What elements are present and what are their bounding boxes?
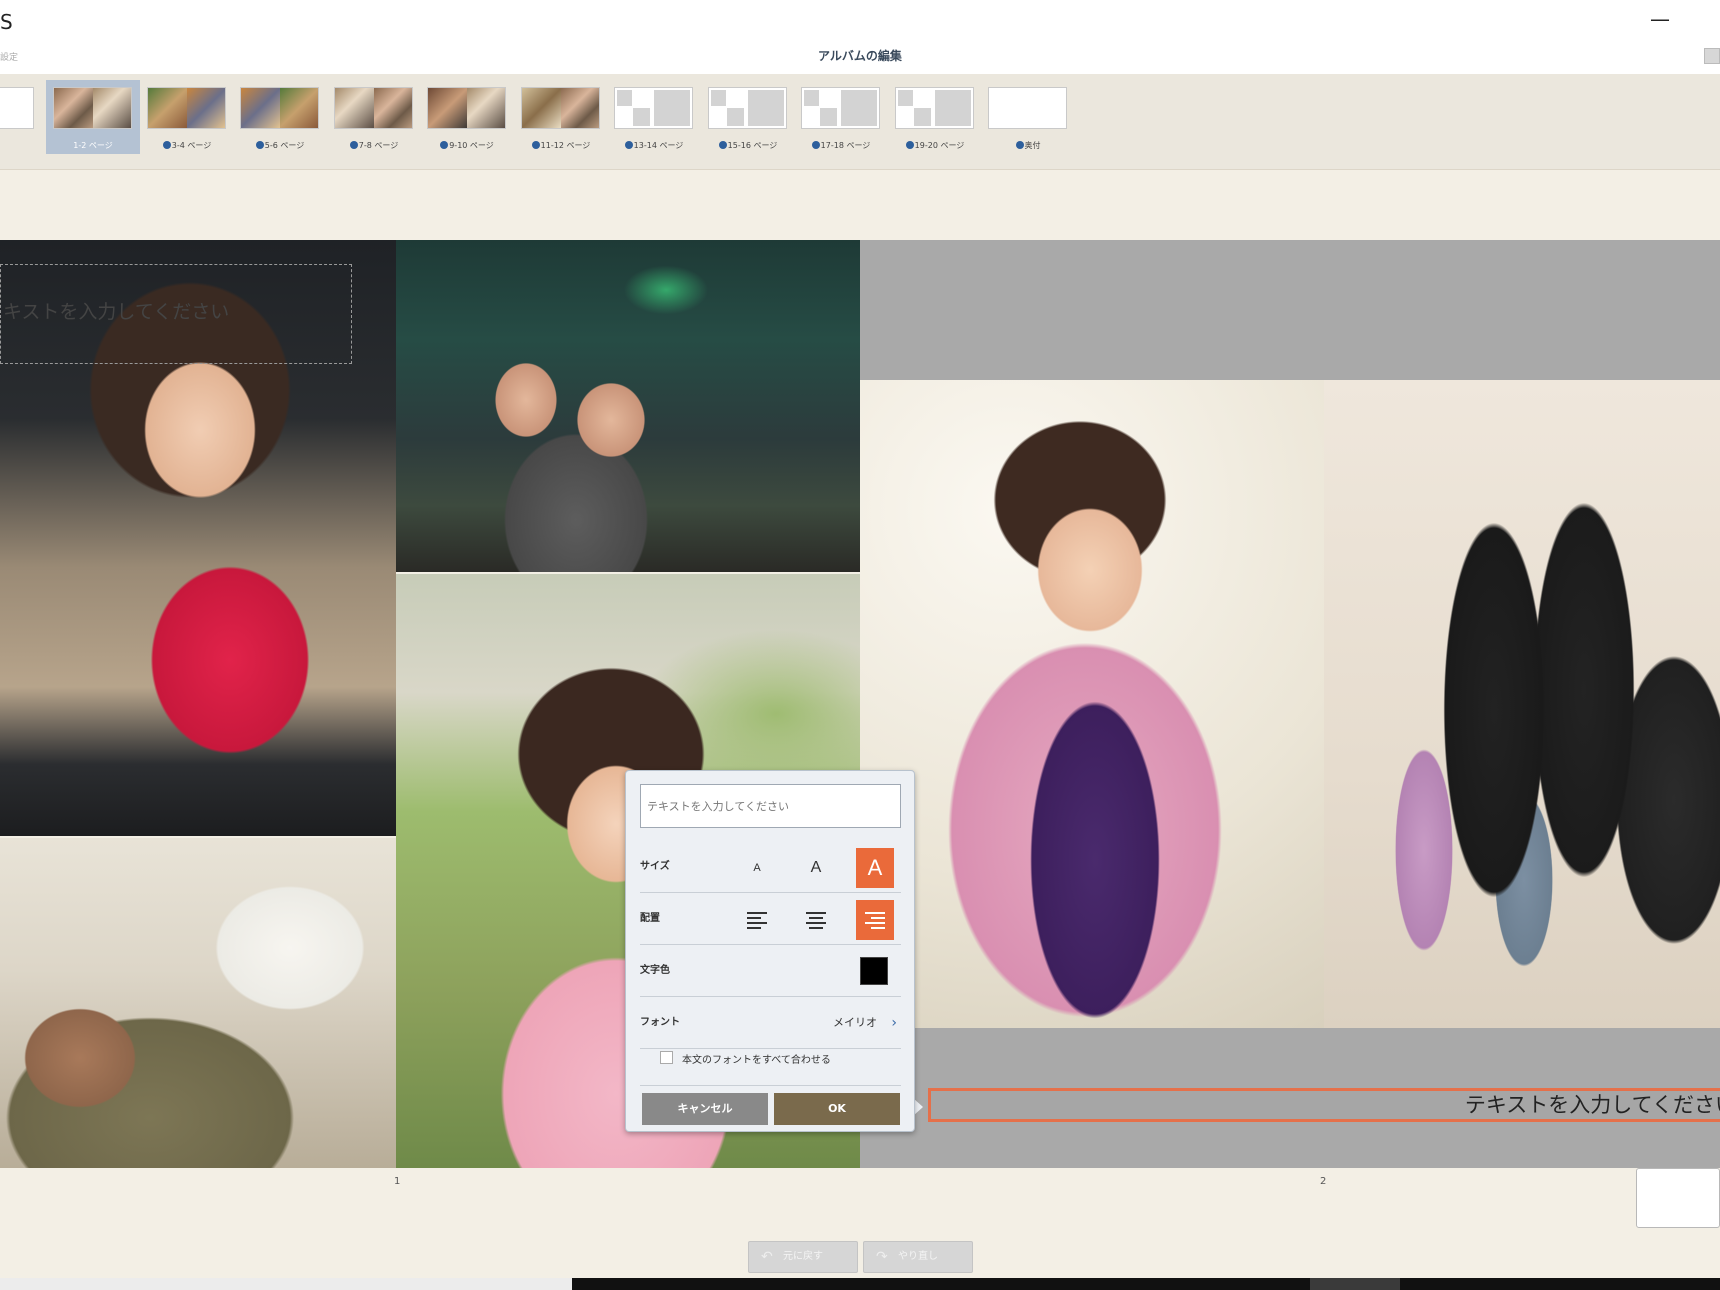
thumbnail-image — [801, 87, 880, 129]
thumbnail-pages-15-16[interactable]: 15-16 ページ — [701, 80, 795, 154]
align-row: 配置 — [640, 893, 901, 945]
thumbnail-image — [334, 87, 413, 129]
align-left-icon — [747, 912, 767, 929]
align-right-button[interactable] — [856, 900, 894, 940]
thumbnail-label: 3-4 ページ — [140, 140, 234, 151]
size-medium-button[interactable]: A — [797, 848, 835, 888]
photo-frame[interactable] — [0, 838, 396, 1168]
size-label: サイズ — [640, 861, 670, 872]
match-fonts-checkbox[interactable] — [660, 1051, 673, 1064]
page-thumbnail-strip: 表 1-2 ページ 3-4 ページ 5-6 ページ 7-8 ページ 9-10 ペ… — [0, 74, 1720, 170]
cancel-button[interactable]: キャンセル — [642, 1093, 768, 1125]
text-box-selected[interactable]: テキストを入力してください — [928, 1088, 1720, 1122]
align-center-icon — [806, 912, 826, 929]
thumbnail-cover[interactable]: 表 — [0, 80, 42, 154]
status-dot-icon — [905, 141, 914, 149]
chevron-right-icon[interactable]: › — [891, 997, 897, 1049]
status-dot-icon — [624, 141, 633, 149]
size-row: サイズ A A A — [640, 841, 901, 893]
bottom-bar-left — [0, 1278, 572, 1290]
bottom-bar-tab[interactable] — [1310, 1278, 1400, 1290]
thumbnail-label: 7-8 ページ — [327, 140, 421, 151]
align-center-button[interactable] — [797, 900, 835, 940]
thumbnail-label: 11-12 ページ — [514, 140, 608, 151]
text-placeholder-left[interactable]: キストを入力してください — [0, 264, 352, 364]
thumbnail-pages-11-12[interactable]: 11-12 ページ — [514, 80, 608, 154]
title-bar: S — 設定 アルバムの編集 — [0, 0, 1720, 74]
thumbnail-image — [0, 87, 34, 129]
thumbnail-label: 1-2 ページ — [73, 141, 113, 150]
status-dot-icon — [718, 141, 727, 149]
text-editor-popup: サイズ A A A 配置 — [625, 770, 915, 1132]
thumbnail-label: 5-6 ページ — [233, 140, 327, 151]
status-dot-icon — [811, 141, 820, 149]
thumbnail-pages-5-6[interactable]: 5-6 ページ — [233, 80, 327, 154]
thumbnail-image — [240, 87, 319, 129]
status-dot-icon — [255, 141, 264, 149]
thumbnail-image — [427, 87, 506, 129]
bottom-bar-right — [572, 1278, 1720, 1290]
color-label: 文字色 — [640, 965, 670, 976]
photo-frame[interactable] — [860, 380, 1324, 1028]
align-left-button[interactable] — [738, 900, 776, 940]
status-dot-icon — [531, 141, 540, 149]
thumbnail-label: 奥付 — [981, 140, 1075, 151]
thumbnail-pages-17-18[interactable]: 17-18 ページ — [794, 80, 888, 154]
thumbnail-image — [614, 87, 693, 129]
undo-label: 元に戻す — [783, 1251, 823, 1262]
thumbnail-image — [147, 87, 226, 129]
thumbnail-label: 15-16 ページ — [701, 140, 795, 151]
divider — [640, 1085, 901, 1086]
photo-frame[interactable] — [396, 240, 860, 572]
thumbnail-label: 19-20 ページ — [888, 140, 982, 151]
thumbnail-label: 表 — [0, 140, 42, 151]
thumbnail-image — [988, 87, 1067, 129]
undo-arrow-icon: ↶ — [761, 1249, 773, 1265]
page-number-left: 1 — [394, 1176, 401, 1187]
page-number-right: 2 — [1320, 1176, 1327, 1187]
status-dot-icon — [440, 141, 449, 149]
align-right-icon — [865, 912, 885, 929]
page-title: アルバムの編集 — [818, 49, 902, 63]
thumbnail-label: 13-14 ページ — [607, 140, 701, 151]
font-value[interactable]: メイリオ — [833, 997, 877, 1049]
font-label: フォント — [640, 1017, 680, 1028]
thumbnail-pages-13-14[interactable]: 13-14 ページ — [607, 80, 701, 154]
match-fonts-label: 本文のフォントをすべて合わせる — [682, 1055, 831, 1066]
ok-button[interactable]: OK — [774, 1093, 900, 1125]
redo-label: やり直し — [898, 1251, 938, 1262]
app-title: S — [0, 10, 13, 34]
status-dot-icon — [162, 141, 171, 149]
size-large-button[interactable]: A — [856, 848, 894, 888]
thumbnail-pages-7-8[interactable]: 7-8 ページ — [327, 80, 421, 154]
thumbnail-colophon[interactable]: 奥付 — [981, 80, 1075, 154]
thumbnail-image — [521, 87, 600, 129]
color-row: 文字色 — [640, 945, 901, 997]
edit-icon[interactable] — [1704, 48, 1720, 64]
undo-button[interactable]: ↶ 元に戻す — [748, 1241, 858, 1273]
status-dot-icon — [349, 141, 358, 149]
side-panel-box[interactable] — [1636, 1168, 1720, 1228]
photo-frame[interactable] — [1324, 380, 1720, 1028]
thumbnail-label: 9-10 ページ — [420, 140, 514, 151]
align-label: 配置 — [640, 913, 660, 924]
thumbnail-image — [708, 87, 787, 129]
status-dot-icon — [1015, 141, 1024, 149]
font-row[interactable]: フォント メイリオ › — [640, 997, 901, 1049]
thumbnail-image — [895, 87, 974, 129]
text-input[interactable] — [640, 784, 901, 828]
redo-button[interactable]: ↷ やり直し — [863, 1241, 973, 1273]
text-color-swatch[interactable] — [860, 957, 888, 985]
minimize-button[interactable]: — — [1645, 6, 1675, 32]
photo-frame[interactable]: キストを入力してください — [0, 240, 396, 836]
thumbnail-pages-3-4[interactable]: 3-4 ページ — [140, 80, 234, 154]
thumbnail-label: 17-18 ページ — [794, 140, 888, 151]
thumbnail-pages-9-10[interactable]: 9-10 ページ — [420, 80, 514, 154]
thumbnail-pages-1-2[interactable]: 1-2 ページ — [46, 80, 140, 154]
redo-arrow-icon: ↷ — [876, 1249, 888, 1265]
thumbnail-image — [53, 87, 132, 129]
thumbnail-pages-19-20[interactable]: 19-20 ページ — [888, 80, 982, 154]
size-small-button[interactable]: A — [738, 848, 776, 888]
